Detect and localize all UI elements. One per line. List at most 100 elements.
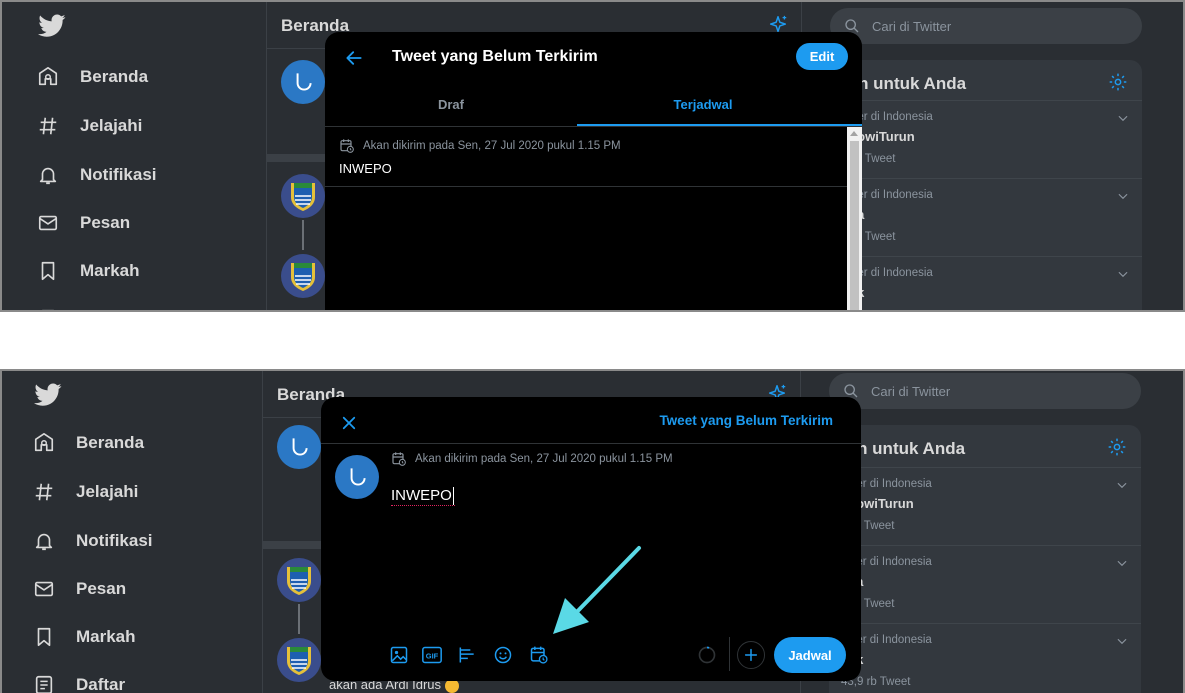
nav-item-beranda[interactable]: Beranda <box>32 426 144 460</box>
character-progress-ring <box>698 646 716 664</box>
chevron-down-icon[interactable] <box>1116 111 1130 125</box>
calendar-clock-icon <box>340 139 354 153</box>
unsent-tweets-modal: Tweet yang Belum Terkirim Edit Draf Terj… <box>325 32 862 310</box>
unsent-tweets-link[interactable]: Tweet yang Belum Terkirim <box>659 413 833 428</box>
hashtag-icon <box>36 114 60 138</box>
twitter-logo-icon[interactable] <box>38 14 66 38</box>
trend-item[interactable]: puler di Indonesia pak <box>830 256 1142 310</box>
divider <box>321 443 861 444</box>
chevron-down-icon[interactable] <box>1115 556 1129 570</box>
nav-item-notifikasi[interactable]: Notifikasi <box>36 158 157 192</box>
thread-line <box>302 220 304 250</box>
search-placeholder: Cari di Twitter <box>871 383 951 399</box>
scrollbar[interactable] <box>847 127 862 310</box>
edit-button[interactable]: Edit <box>796 43 848 70</box>
search-box[interactable]: Cari di Twitter <box>829 373 1141 409</box>
emoji-button[interactable] <box>491 643 515 667</box>
nav-item-label: Beranda <box>80 67 149 86</box>
trend-item[interactable]: puler di Indonesia okowiTurun 9 rb Tweet <box>829 467 1141 545</box>
schedule-text: Akan dikirim pada Sen, 27 Jul 2020 pukul… <box>363 140 621 152</box>
avatar[interactable] <box>277 425 321 469</box>
screenshot-top: Beranda Jelajahi Notifikasi Pesan Markah… <box>0 0 1185 312</box>
trend-item[interactable]: puler di Indonesia okowiTurun 3 rb Tweet <box>830 100 1142 178</box>
list-icon <box>32 673 56 693</box>
modal-title: Tweet yang Belum Terkirim <box>392 48 598 65</box>
gif-icon: GIF <box>422 646 442 664</box>
scheduled-tweet-item[interactable]: Akan dikirim pada Sen, 27 Jul 2020 pukul… <box>325 127 847 187</box>
nav-item-daftar[interactable]: Daftar <box>32 668 125 693</box>
nav-item-label: Daftar <box>76 675 126 693</box>
bell-icon <box>36 163 60 187</box>
scrollbar-thumb[interactable] <box>850 141 859 310</box>
avatar[interactable] <box>281 60 325 104</box>
nav-item-markah[interactable]: Markah <box>32 620 136 654</box>
nav-item-label: Markah <box>80 261 140 280</box>
avatar[interactable] <box>281 254 325 298</box>
thread-line <box>298 604 300 634</box>
active-tab-indicator <box>577 124 862 126</box>
annotation-arrow-icon <box>553 546 641 634</box>
avatar[interactable] <box>277 558 321 602</box>
gif-button[interactable]: GIF <box>420 643 444 667</box>
home-icon <box>32 431 56 455</box>
nav-item-pesan[interactable]: Pesan <box>32 572 126 606</box>
trend-item[interactable]: puler di Indonesia pak 43,9 rb Tweet <box>829 623 1141 693</box>
schedule-text: Akan dikirim pada Sen, 27 Jul 2020 pukul… <box>415 453 673 465</box>
schedule-button[interactable] <box>527 643 551 667</box>
tweet-input[interactable]: INWEPO <box>391 487 455 507</box>
trends-panel: ren untuk Anda puler di Indonesia okowiT… <box>829 425 1141 693</box>
divider <box>729 637 730 671</box>
tweet-input-text: INWEPO <box>391 487 452 504</box>
trend-item[interactable]: puler di Indonesia sha 2 rb Tweet <box>829 545 1141 623</box>
left-nav: Beranda Jelajahi Notifikasi Pesan Markah <box>2 2 267 310</box>
add-tweet-button[interactable] <box>737 641 765 669</box>
poll-icon <box>459 647 474 663</box>
media-button[interactable] <box>387 643 411 667</box>
chevron-down-icon[interactable] <box>1115 478 1129 492</box>
list-icon <box>36 307 60 310</box>
chevron-down-icon[interactable] <box>1116 189 1130 203</box>
schedule-info[interactable]: Akan dikirim pada Sen, 27 Jul 2020 pukul… <box>391 451 673 467</box>
scroll-up-arrow-icon[interactable] <box>850 131 858 136</box>
avatar[interactable] <box>335 455 379 499</box>
chevron-down-icon[interactable] <box>1116 267 1130 281</box>
trend-item[interactable]: puler di Indonesia sha 1 rb Tweet <box>830 178 1142 256</box>
schedule-info: Akan dikirim pada Sen, 27 Jul 2020 pukul… <box>339 138 621 154</box>
text-caret <box>452 487 454 506</box>
nav-item-daftar[interactable] <box>36 302 60 310</box>
tab-draf[interactable]: Draf <box>325 82 577 126</box>
back-button[interactable] <box>341 45 367 71</box>
nav-item-label: Pesan <box>76 579 127 598</box>
nav-item-beranda[interactable]: Beranda <box>36 60 148 94</box>
nav-item-markah[interactable]: Markah <box>36 254 140 288</box>
mail-icon <box>32 577 56 601</box>
calendar-clock-icon <box>392 452 406 466</box>
nav-item-notifikasi[interactable]: Notifikasi <box>32 524 153 558</box>
nav-item-jelajahi[interactable]: Jelajahi <box>36 109 142 143</box>
tab-terjadwal[interactable]: Terjadwal <box>577 82 829 126</box>
trends-panel: ren untuk Anda puler di Indonesia okowiT… <box>830 60 1142 310</box>
nav-item-pesan[interactable]: Pesan <box>36 206 130 240</box>
gear-icon[interactable] <box>1107 437 1127 457</box>
left-nav: Beranda Jelajahi Notifikasi Pesan Markah… <box>2 371 263 693</box>
avatar[interactable] <box>281 174 325 218</box>
avatar[interactable] <box>277 638 321 682</box>
nav-item-label: Pesan <box>80 213 131 232</box>
twitter-logo-icon[interactable] <box>34 383 62 407</box>
smiley-icon <box>494 646 512 664</box>
tweet-text: INWEPO <box>339 161 392 176</box>
chevron-down-icon[interactable] <box>1115 634 1129 648</box>
poll-button[interactable] <box>455 643 479 667</box>
home-icon <box>36 65 60 89</box>
close-button[interactable] <box>335 409 363 437</box>
nav-item-jelajahi[interactable]: Jelajahi <box>32 475 138 509</box>
nav-item-label: Beranda <box>76 433 145 452</box>
mail-icon <box>36 211 60 235</box>
calendar-clock-icon <box>530 646 548 664</box>
search-placeholder: Cari di Twitter <box>872 18 952 34</box>
nav-item-label: Jelajahi <box>76 482 139 501</box>
gear-icon[interactable] <box>1108 72 1128 92</box>
schedule-submit-button[interactable]: Jadwal <box>774 637 846 673</box>
screenshot-bottom: Beranda Jelajahi Notifikasi Pesan Markah… <box>0 369 1185 693</box>
search-box[interactable]: Cari di Twitter <box>830 8 1142 44</box>
